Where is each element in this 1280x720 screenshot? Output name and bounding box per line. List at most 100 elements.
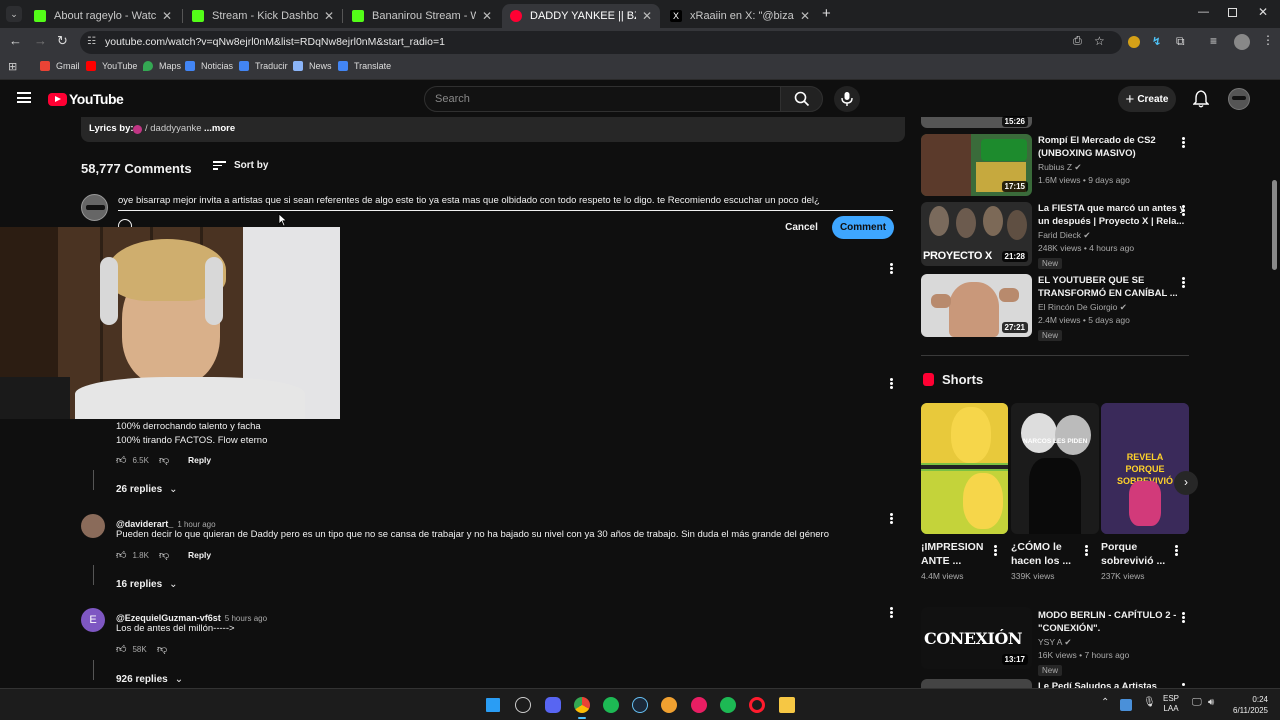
short-thumbnail[interactable]: NARCOS LES PIDEN [1011, 403, 1099, 534]
reading-list-icon[interactable]: ≡ [1210, 34, 1217, 48]
clock[interactable]: 0:24 6/11/2025 [1226, 694, 1268, 716]
apps-grid-icon[interactable]: ⊞ [8, 60, 17, 73]
omnibox[interactable]: ☷ youtube.com/watch?v=qNw8ejrl0nM&list=R… [80, 31, 1122, 54]
windows-start-icon[interactable] [486, 698, 500, 712]
account-avatar[interactable] [1228, 88, 1250, 110]
chrome-icon[interactable] [574, 697, 590, 713]
comment-author[interactable]: @daviderart_ [116, 519, 173, 529]
restore-icon[interactable] [1228, 8, 1237, 17]
close-tab-icon[interactable]: ✕ [642, 9, 652, 23]
comment-submit-button[interactable]: Comment [832, 216, 894, 239]
tab-search-button[interactable]: ⌄ [6, 6, 22, 22]
spotify-icon[interactable] [720, 697, 736, 713]
video-menu-icon[interactable] [1181, 136, 1185, 150]
video-info[interactable]: EL YOUTUBER QUE SE TRANSFORMÓ EN CANÍBAL… [1038, 274, 1178, 343]
lyrics-author-link[interactable]: / daddyyanke [145, 123, 202, 134]
bookmark-youtube[interactable]: YouTube [86, 61, 137, 71]
comment-menu-icon[interactable] [889, 377, 893, 391]
comment-menu-icon[interactable] [889, 512, 893, 526]
page-scrollbar[interactable] [1270, 117, 1280, 688]
short-menu-icon[interactable] [1084, 544, 1088, 558]
browser-tab[interactable]: X xRaaiin en X: "@bizarrap bingo ✕ [662, 4, 818, 28]
comment-input[interactable]: oye bisarrap mejor invita a artistas que… [118, 193, 893, 211]
comment-menu-icon[interactable] [889, 262, 893, 276]
back-icon[interactable]: ← [9, 33, 22, 48]
thumbs-down-icon[interactable]: 👎︎ [157, 643, 167, 655]
video-menu-icon[interactable] [1181, 276, 1185, 290]
tray-chevron-icon[interactable]: ⌃ [1101, 697, 1109, 708]
reply-button[interactable]: Reply [188, 455, 211, 465]
extension-icon[interactable] [1128, 36, 1140, 48]
extensions-puzzle-icon[interactable]: ⧉ [1176, 34, 1185, 49]
voice-search-button[interactable] [834, 86, 860, 112]
bookmark-maps[interactable]: Maps [143, 61, 181, 71]
comment-time[interactable]: 1 hour ago [177, 520, 215, 529]
short-info[interactable]: ¿CÓMO le hacen los ... 339K views [1011, 540, 1081, 581]
create-button[interactable]: + Create [1118, 86, 1176, 112]
extension-icon[interactable]: ↯ [1152, 35, 1161, 48]
video-info[interactable]: Rompí El Mercado de CS2 (UNBOXING MASIVO… [1038, 134, 1178, 185]
short-info[interactable]: Porque sobrevivió ... 237K views [1101, 540, 1171, 581]
short-thumbnail[interactable]: REVELA PORQUE SOBREVIVIÓ [1101, 403, 1189, 534]
shorts-next-button[interactable]: › [1174, 471, 1198, 495]
bookmark-translate[interactable]: Translate [338, 61, 391, 71]
language-indicator[interactable]: ESP LAA [1163, 694, 1179, 714]
video-info[interactable]: MODO BERLIN - CAPÍTULO 2 - "CONEXIÓN". Y… [1038, 609, 1178, 678]
minimize-icon[interactable]: — [1198, 6, 1209, 18]
search-button[interactable] [780, 86, 823, 112]
description-box[interactable]: Lyrics by: / daddyyanke ...more [81, 117, 905, 142]
sort-by-button[interactable]: Sort by [213, 159, 268, 172]
profile-avatar[interactable] [1234, 34, 1250, 50]
site-info-icon[interactable]: ☷ [87, 36, 99, 48]
notifications-bell-icon[interactable] [1193, 90, 1209, 108]
reload-icon[interactable]: ↻ [57, 33, 68, 49]
install-app-icon[interactable]: ⎙ [1073, 35, 1082, 48]
short-thumbnail[interactable] [921, 403, 1008, 534]
like-button[interactable]: 👍︎ 1.8K [116, 549, 149, 561]
like-button[interactable]: 👍︎ 58K [116, 643, 147, 655]
file-explorer-icon[interactable] [779, 697, 795, 713]
app-icon[interactable] [661, 697, 677, 713]
video-thumbnail[interactable]: CONEXIÓN 13:17 [921, 607, 1032, 669]
thumbs-down-icon[interactable]: 👎︎ [159, 454, 169, 466]
view-replies-button[interactable]: 26 replies ⌄ [116, 484, 178, 495]
comment-author[interactable]: @EzequielGuzman-vf6st [116, 613, 221, 623]
steam-icon[interactable] [632, 697, 648, 713]
video-thumbnail[interactable]: PROYECTO X 21:28 [921, 202, 1032, 266]
thumbs-down-icon[interactable]: 👎︎ [159, 549, 169, 561]
video-menu-icon[interactable] [1181, 611, 1185, 625]
short-info[interactable]: ¡IMPRESION ANTE ... 4.4M views [921, 540, 991, 581]
video-thumbnail[interactable]: 15:26 [921, 116, 1032, 128]
bookmark-noticias[interactable]: Noticias [185, 61, 233, 71]
comment-time[interactable]: 5 hours ago [225, 614, 267, 623]
video-thumbnail[interactable]: 27:21 [921, 274, 1032, 337]
video-thumbnail[interactable]: 17:15 [921, 134, 1032, 196]
video-info[interactable]: La FIESTA que marcó un antes y un despué… [1038, 202, 1185, 271]
new-tab-icon[interactable]: + [822, 5, 831, 22]
network-icon[interactable]: 🖵︎ [1192, 697, 1202, 708]
view-replies-button[interactable]: 16 replies ⌄ [116, 579, 178, 590]
scrollbar-thumb[interactable] [1272, 180, 1277, 270]
browser-tab-active[interactable]: DADDY YANKEE || BZRP Music ✕ [502, 4, 660, 28]
discord-icon[interactable] [545, 697, 561, 713]
tray-app-icon[interactable] [1120, 699, 1132, 711]
spotify-icon[interactable] [603, 697, 619, 713]
url-text[interactable]: youtube.com/watch?v=qNw8ejrl0nM&list=RDq… [105, 36, 445, 48]
close-tab-icon[interactable]: ✕ [162, 9, 172, 23]
like-button[interactable]: 👍︎ 6.5K [116, 454, 149, 466]
reply-button[interactable]: Reply [188, 550, 211, 560]
view-replies-button[interactable]: 926 replies ⌄ [116, 674, 183, 685]
video-thumbnail[interactable] [921, 679, 1032, 688]
show-more-link[interactable]: ...more [204, 123, 235, 134]
browser-tab[interactable]: Bananirou Stream - Watch Live ✕ [344, 4, 500, 28]
app-icon[interactable] [691, 697, 707, 713]
search-input[interactable]: Search [424, 86, 781, 112]
cancel-button[interactable]: Cancel [779, 216, 824, 239]
microphone-tray-icon[interactable]: 🎙︎ [1143, 697, 1156, 708]
bookmark-gmail[interactable]: Gmail [40, 61, 80, 71]
video-menu-icon[interactable] [1181, 204, 1185, 218]
bookmark-traducir[interactable]: Traducir [239, 61, 288, 71]
forward-icon[interactable]: → [34, 33, 47, 48]
short-menu-icon[interactable] [1174, 544, 1178, 558]
short-menu-icon[interactable] [993, 544, 997, 558]
